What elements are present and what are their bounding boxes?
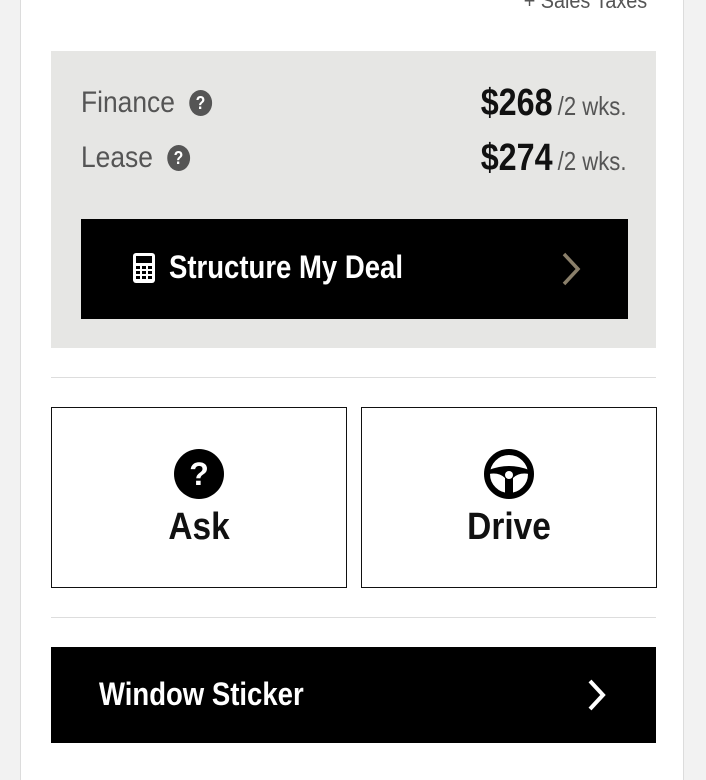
payment-panel: Finance ? $268 /2 wks. Lease ? $274 /2 w… bbox=[51, 51, 656, 348]
finance-amount: $268 bbox=[480, 81, 553, 124]
drive-label: Drive bbox=[467, 506, 551, 548]
window-sticker-button[interactable]: Window Sticker bbox=[51, 647, 656, 743]
chevron-right-icon bbox=[562, 252, 581, 286]
ask-button[interactable]: ? Ask bbox=[51, 407, 347, 588]
divider bbox=[51, 377, 656, 378]
divider bbox=[51, 617, 656, 618]
lease-row: Lease ? $274 /2 wks. bbox=[81, 135, 626, 181]
lease-help-icon[interactable]: ? bbox=[167, 145, 190, 171]
steering-wheel-icon bbox=[484, 449, 534, 499]
window-sticker-label: Window Sticker bbox=[99, 676, 304, 712]
structure-my-deal-button[interactable]: Structure My Deal bbox=[81, 219, 628, 319]
lease-label: Lease bbox=[81, 141, 153, 174]
finance-label-group: Finance ? bbox=[81, 86, 212, 120]
lease-label-group: Lease ? bbox=[81, 141, 190, 175]
finance-value: $268 /2 wks. bbox=[480, 82, 626, 125]
chevron-right-icon bbox=[588, 679, 606, 711]
finance-period: /2 wks. bbox=[557, 90, 626, 121]
svg-text:?: ? bbox=[189, 456, 209, 492]
finance-label: Finance bbox=[81, 86, 175, 119]
lease-value: $274 /2 wks. bbox=[480, 137, 626, 180]
sales-tax-note: + Sales Taxes bbox=[523, 0, 647, 13]
calculator-icon bbox=[133, 253, 155, 283]
lease-amount: $274 bbox=[480, 136, 553, 179]
finance-row: Finance ? $268 /2 wks. bbox=[81, 80, 626, 126]
finance-help-icon[interactable]: ? bbox=[189, 90, 212, 116]
question-circle-icon: ? bbox=[174, 449, 224, 499]
ask-label: Ask bbox=[168, 506, 230, 548]
structure-my-deal-label: Structure My Deal bbox=[169, 249, 403, 285]
lease-period: /2 wks. bbox=[557, 145, 626, 176]
vehicle-pricing-card: + Sales Taxes Finance ? $268 /2 wks. Lea… bbox=[20, 0, 684, 780]
drive-button[interactable]: Drive bbox=[361, 407, 657, 588]
